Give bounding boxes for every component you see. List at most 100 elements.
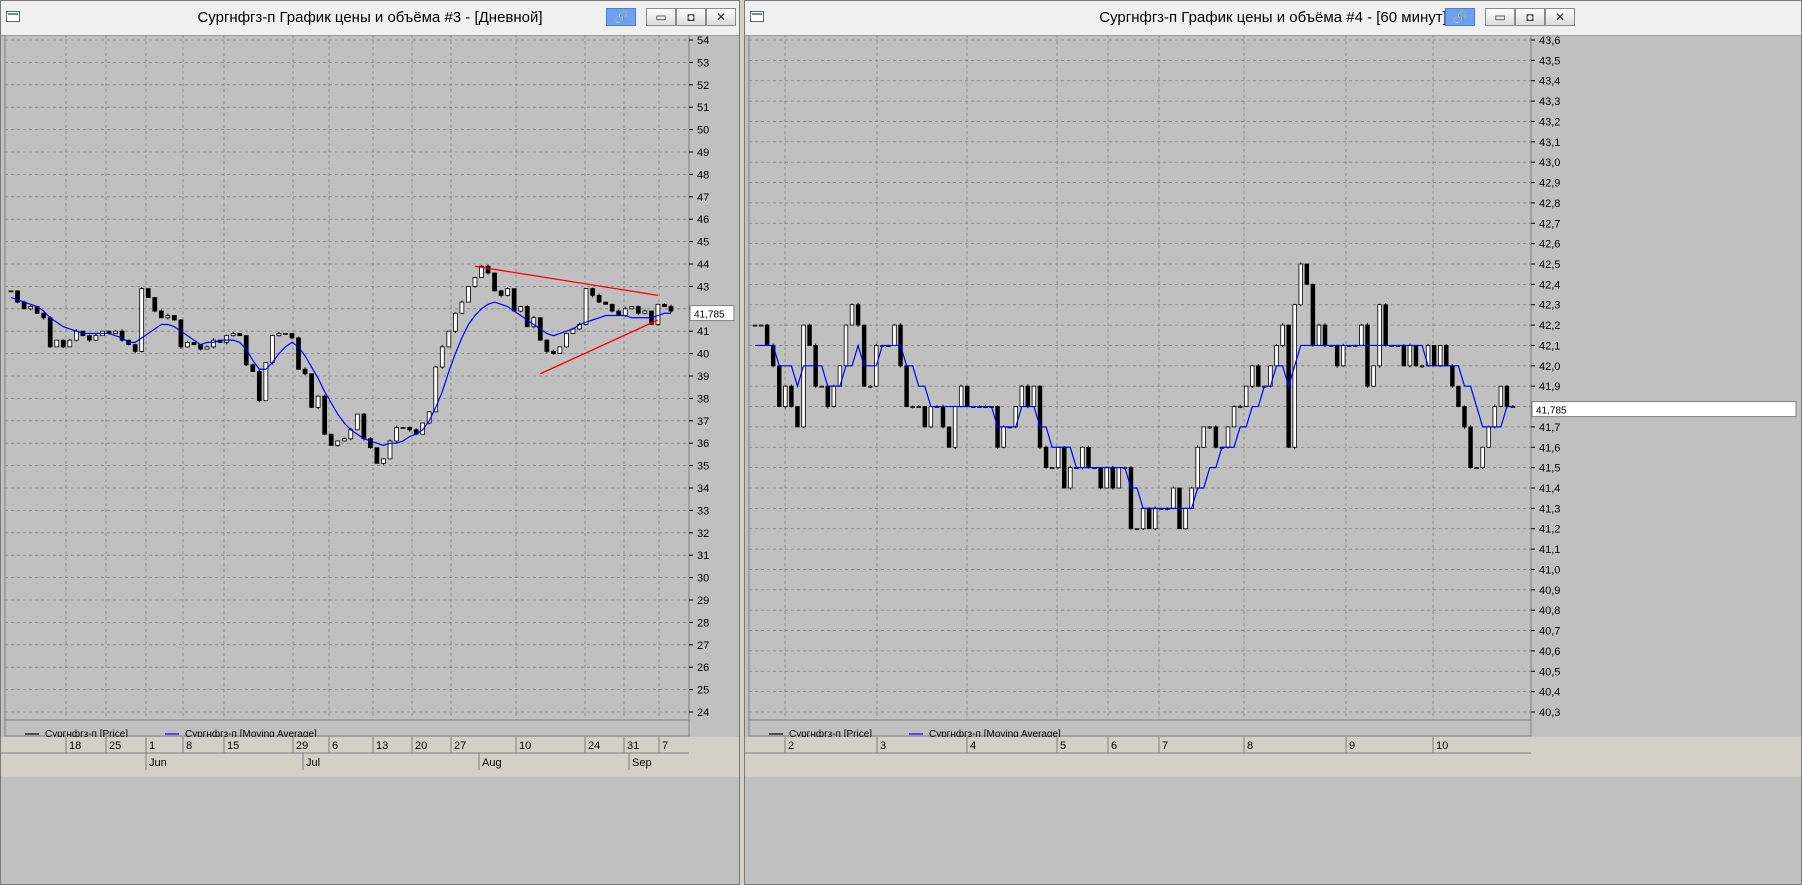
y-tick-label: 27 [697, 640, 709, 652]
candle-body [315, 395, 321, 408]
y-tick-label: 33 [697, 505, 709, 517]
candle-body [524, 306, 530, 328]
candle-body [1419, 365, 1425, 368]
price-chart-hourly[interactable]: 43,6 43,5 43,4 43,3 43,2 43,1 43,0 42,9 42,8 42,7… [745, 35, 1801, 884]
y-tick-label: 30 [697, 573, 709, 585]
candle-body [296, 337, 301, 370]
candle-body [439, 346, 445, 368]
y-tick-label: 42,3 [1539, 300, 1560, 312]
candle-body [139, 288, 145, 352]
candle-body [629, 306, 635, 310]
candle-body [8, 290, 14, 293]
candle-body [922, 406, 928, 428]
candle-body [322, 395, 328, 435]
candle-body [518, 306, 524, 312]
candle-body [1407, 345, 1413, 367]
y-tick-label: 46 [697, 214, 709, 226]
candle-body [1280, 324, 1285, 346]
x-tick-label: 29 [296, 740, 308, 752]
candle-body [819, 385, 824, 388]
candle-body [211, 339, 216, 348]
candle-body [783, 385, 788, 407]
candle-body [1256, 365, 1261, 387]
candle-body [1183, 507, 1188, 530]
candle-body [145, 288, 151, 298]
minimize-button[interactable]: ▭ [1485, 8, 1515, 26]
y-tick-label: 39 [697, 371, 709, 383]
candle-body [73, 330, 79, 341]
y-tick-label: 41,5 [1539, 463, 1560, 475]
x-tick-label: 7 [662, 740, 668, 752]
candle-body [946, 426, 952, 448]
last-value-label: 41,785 [694, 310, 725, 321]
price-chart-daily[interactable]: 5453525150494847464544434241403938373635… [1, 35, 739, 884]
candle-body [1340, 345, 1346, 367]
candle-body [1062, 446, 1067, 489]
candle-body [198, 344, 203, 350]
y-tick-label: 36 [697, 438, 709, 450]
candle-body [1055, 446, 1061, 469]
candle-body [758, 324, 764, 327]
y-tick-label: 38 [697, 393, 709, 405]
y-tick-label: 40,9 [1539, 585, 1560, 597]
candle-body [341, 438, 347, 442]
candle-body [1480, 446, 1485, 469]
y-tick-label: 26 [697, 662, 709, 674]
y-tick-label: 40,3 [1539, 707, 1560, 719]
titlebar-daily[interactable]: Сургнфгз-п График цены и объёма #3 - [Дн… [1, 1, 739, 36]
candle-body [60, 339, 66, 348]
y-tick-label: 41,2 [1539, 524, 1560, 536]
y-tick-label: 44 [697, 259, 709, 271]
candle-body [1492, 406, 1498, 428]
candle-body [622, 308, 628, 316]
candle-body [1049, 467, 1055, 470]
candle-body [374, 447, 380, 464]
candle-body [459, 301, 465, 314]
x-tick-label: 15 [227, 740, 239, 752]
y-tick-label: 28 [697, 617, 709, 629]
candle-body [498, 290, 504, 296]
y-tick-label: 42,8 [1539, 198, 1560, 210]
candle-body [185, 341, 190, 348]
link-button[interactable]: 🔗 [1445, 8, 1475, 26]
candle-body [132, 344, 138, 352]
x-tick-label: 31 [627, 740, 639, 752]
y-tick-label: 43,2 [1539, 116, 1560, 128]
candle-body [204, 346, 210, 350]
y-tick-label: 43,0 [1539, 157, 1560, 169]
candle-body [928, 406, 934, 428]
candle-body [544, 339, 550, 352]
last-value-label: 41,785 [1536, 406, 1567, 417]
candle-body [849, 304, 855, 326]
candle-body [230, 333, 236, 337]
x-tick-label: 6 [332, 740, 338, 752]
titlebar-hourly[interactable]: Сургнфгз-п График цены и объёма #4 - [60… [745, 1, 1801, 36]
month-label: Jul [306, 757, 320, 769]
candle-body [505, 288, 510, 296]
y-tick-label: 29 [697, 595, 709, 607]
candle-body [1486, 426, 1491, 448]
candle-body [1104, 467, 1109, 489]
candle-body [289, 333, 295, 339]
y-tick-label: 42,5 [1539, 259, 1560, 271]
last-value-box [1531, 401, 1797, 418]
y-tick-label: 40,5 [1539, 666, 1560, 678]
candle-body [1371, 365, 1376, 387]
close-button[interactable]: ✕ [1545, 8, 1575, 26]
candle-body [642, 310, 648, 314]
x-tick-label: 10 [1436, 740, 1448, 752]
candle-body [256, 371, 262, 402]
candle-body [309, 373, 314, 408]
candle-body [1243, 385, 1249, 407]
maximize-button[interactable]: ◘ [1515, 8, 1545, 26]
minimize-button[interactable]: ▭ [646, 8, 676, 26]
candle-body [87, 335, 92, 341]
link-button[interactable]: 🔗 [606, 8, 636, 26]
close-button[interactable]: ✕ [706, 8, 736, 26]
candle-body [1359, 324, 1364, 346]
y-tick-label: 41,4 [1539, 483, 1560, 495]
y-tick-label: 53 [697, 57, 709, 69]
candle-body [328, 433, 334, 446]
maximize-button[interactable]: ◘ [676, 8, 706, 26]
window-title: Сургнфгз-п График цены и объёма #4 - [60… [1099, 9, 1447, 26]
